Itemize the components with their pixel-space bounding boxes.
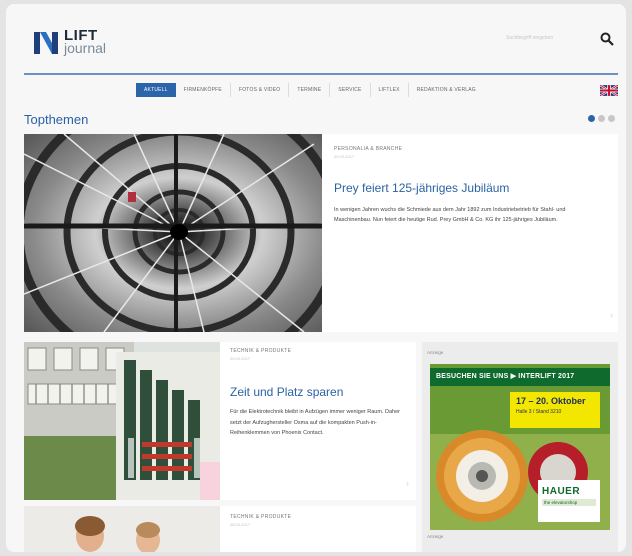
section-title-topthemen: Topthemen — [24, 112, 89, 127]
ad-brand-name: HAUER — [542, 486, 581, 497]
article-image-staircase[interactable] — [24, 134, 322, 332]
read-more-arrow-icon[interactable]: › — [406, 478, 409, 488]
slider-indicators — [588, 115, 615, 122]
article-kicker[interactable]: PERSONALIA & BRANCHE — [334, 146, 604, 152]
nav-item-termine[interactable]: TERMINE — [289, 83, 331, 97]
slider-dot-3[interactable] — [608, 115, 615, 122]
article-card-featured[interactable]: PERSONALIA & BRANCHE 09.03.2017 Prey fei… — [24, 134, 618, 332]
article-body: TECHNIK & PRODUKTE 09.03.2017 Zeit und P… — [230, 348, 406, 439]
nav-item-service[interactable]: SERVICE — [330, 83, 371, 97]
article-date: 09.03.2017 — [230, 356, 251, 361]
ad-banner-interlift[interactable]: BESUCHEN SIE UNS ▶ INTERLIFT 2017 17 – 2… — [430, 364, 610, 530]
nav-item-fotos-video[interactable]: FOTOS & VIDEO — [231, 83, 290, 97]
article-title[interactable]: Zeit und Platz sparen — [230, 385, 406, 399]
logo-text: LIFT journal — [64, 28, 107, 56]
slider-dot-1[interactable] — [588, 115, 595, 122]
search-input[interactable]: Suchbegriff eingeben — [506, 35, 553, 41]
nav-item-redaktion-verlag[interactable]: REDAKTION & VERLAG — [409, 83, 484, 97]
article-body: PERSONALIA & BRANCHE 09.03.2017 Prey fei… — [334, 146, 604, 225]
ad-dates: 17 – 20. Oktober — [516, 396, 586, 406]
search-icon[interactable] — [600, 32, 614, 46]
building-photo — [24, 342, 220, 500]
staircase-photo — [24, 134, 322, 332]
article-card[interactable]: TECHNIK & PRODUKTE 09.03.2017 Zeit und P… — [24, 342, 416, 500]
article-title[interactable]: Prey feiert 125-jähriges Jubiläum — [334, 181, 604, 195]
people-photo — [24, 506, 220, 552]
logo-journal: journal — [64, 40, 107, 56]
read-more-arrow-icon[interactable]: › — [610, 310, 613, 320]
article-kicker[interactable]: TECHNIK & PRODUKTE — [230, 514, 291, 520]
site-logo[interactable]: LIFT journal — [32, 24, 106, 60]
nav-item-liftlex[interactable]: LIFTLEX — [371, 83, 409, 97]
main-navigation: AKTUELL FIRMENKÖPFE FOTOS & VIDEO TERMIN… — [136, 83, 484, 97]
slider-dot-2[interactable] — [598, 115, 605, 122]
article-kicker[interactable]: TECHNIK & PRODUKTE — [230, 348, 406, 354]
ad-label: Anzeige — [427, 534, 444, 539]
ad-date-box: 17 – 20. Oktober Halle 3 / Stand 3210 — [510, 392, 600, 428]
article-date: 09.03.2017 — [334, 154, 355, 159]
logo-n-icon — [34, 32, 58, 54]
header-divider — [24, 73, 618, 75]
article-image-building[interactable] — [24, 342, 220, 500]
article-teaser: In wenigen Jahren wuchs die Schmiede aus… — [334, 207, 566, 223]
article-card[interactable]: TECHNIK & PRODUKTE 08.03.2017 — [24, 506, 416, 552]
article-date: 08.03.2017 — [230, 522, 251, 527]
ad-headline: BESUCHEN SIE UNS ▶ INTERLIFT 2017 — [430, 368, 610, 386]
ad-brand-tagline: the elevatorshop — [542, 499, 596, 506]
article-teaser: Für die Elektrotechnik bleibt in Aufzüge… — [230, 409, 400, 436]
nav-item-firmenkoepfe[interactable]: FIRMENKÖPFE — [176, 83, 231, 97]
uk-flag-icon[interactable] — [600, 85, 618, 96]
page-frame: LIFT journal Suchbegriff eingeben AKTUEL… — [6, 4, 626, 552]
article-image-people[interactable] — [24, 506, 220, 552]
article-body: TECHNIK & PRODUKTE 08.03.2017 — [230, 514, 291, 527]
ad-label: Anzeige — [427, 350, 444, 355]
ad-hall: Halle 3 / Stand 3210 — [516, 409, 562, 415]
ad-brand-logo: HAUER the elevatorshop — [538, 480, 600, 522]
nav-item-aktuell[interactable]: AKTUELL — [136, 83, 176, 97]
advertisement: Anzeige BESUCHEN SIE UNS ▶ INTERLIFT 201… — [422, 342, 618, 552]
